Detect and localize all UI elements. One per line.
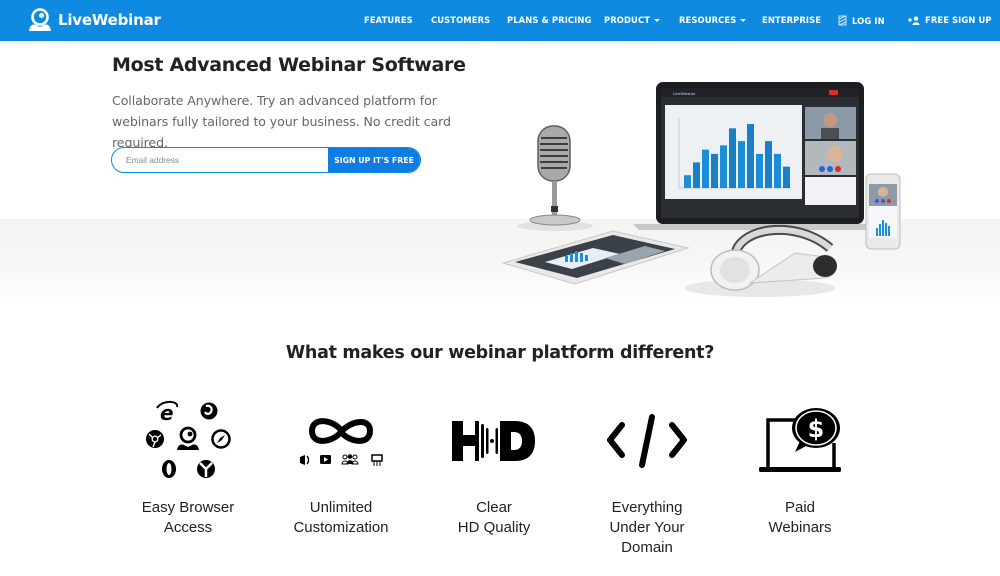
laptop-chart-bar bbox=[693, 162, 700, 188]
feature-label-line: Webinars bbox=[768, 519, 832, 536]
nav-resources[interactable]: RESOURCES bbox=[679, 15, 747, 25]
browsers-icon: e bbox=[146, 400, 231, 478]
presentation-board-icon bbox=[371, 454, 383, 466]
laptop-chart-bar bbox=[783, 166, 790, 188]
nav-enterprise-label: ENTERPRISE bbox=[762, 15, 822, 25]
svg-text:LiveWebinar: LiveWebinar bbox=[673, 91, 696, 96]
chevron-down-icon bbox=[654, 18, 661, 22]
nav-features-label: FEATURES bbox=[364, 15, 413, 25]
nav-product-label: PRODUCT bbox=[604, 15, 651, 25]
laptop-chart-bar bbox=[702, 149, 709, 188]
feature-label-line: Everything bbox=[611, 499, 683, 516]
nav-free-signup-label: FREE SIGN UP bbox=[925, 15, 992, 25]
features-title: What makes our webinar platform differen… bbox=[285, 343, 715, 363]
add-user-icon bbox=[908, 15, 920, 25]
users-group-icon bbox=[341, 454, 359, 465]
megaphone-icon bbox=[300, 455, 310, 465]
nav-resources-label: RESOURCES bbox=[679, 15, 737, 25]
laptop-chart-bar bbox=[765, 141, 772, 188]
laptop-chart-bar bbox=[738, 141, 745, 188]
safari-icon bbox=[211, 429, 231, 449]
dollar-icon: $ bbox=[808, 415, 825, 443]
laptop-chart-bar bbox=[720, 145, 727, 188]
feature-label-line: Clear bbox=[476, 499, 512, 516]
signup-form: SIGN UP IT'S FREE bbox=[111, 147, 421, 173]
top-navbar: LiveWebinar FEATURES CUSTOMERS PLANS & P… bbox=[0, 0, 1000, 41]
feature-easy-browser-access: e Easy Browser Access bbox=[113, 395, 263, 538]
laptop-image: LiveWebinar bbox=[633, 82, 887, 230]
feature-label-line: Paid bbox=[784, 499, 816, 516]
yandex-icon bbox=[197, 460, 215, 478]
feature-unlimited-customization: Unlimited Customization bbox=[266, 395, 416, 538]
nav-plans-pricing[interactable]: PLANS & PRICING bbox=[507, 15, 591, 25]
nav-plans-pricing-label: PLANS & PRICING bbox=[507, 15, 592, 25]
feature-label: Everything Under Your Domain bbox=[572, 498, 722, 558]
brand-name: LiveWebinar bbox=[58, 11, 161, 29]
firefox-icon bbox=[200, 402, 218, 420]
hero-title: Most Advanced Webinar Software bbox=[112, 54, 466, 76]
nav-customers[interactable]: CUSTOMERS bbox=[431, 15, 490, 25]
nav-free-signup[interactable]: FREE SIGN UP bbox=[908, 15, 992, 25]
brand-logo[interactable]: LiveWebinar bbox=[27, 8, 161, 32]
svg-text:e: e bbox=[160, 401, 174, 425]
feature-label-line: Access bbox=[163, 519, 213, 536]
video-play-icon bbox=[320, 455, 331, 464]
devices-illustration: LiveWebinar bbox=[501, 82, 901, 297]
feature-label-line: Under Your bbox=[609, 519, 685, 536]
chevron-down-icon bbox=[740, 18, 747, 22]
feature-paid-webinars: $ Paid Webinars bbox=[725, 395, 875, 538]
feature-label: Unlimited Customization bbox=[266, 498, 416, 538]
nav-customers-label: CUSTOMERS bbox=[431, 15, 491, 25]
nav-product[interactable]: PRODUCT bbox=[604, 15, 661, 25]
tablet-image bbox=[501, 230, 690, 285]
laptop-chart-bar bbox=[756, 153, 763, 188]
nav-enterprise[interactable]: ENTERPRISE bbox=[762, 15, 821, 25]
infinity-icon bbox=[300, 418, 383, 466]
livewebinar-logo-icon bbox=[177, 426, 199, 450]
webcam-logo-icon bbox=[29, 8, 51, 31]
code-icon bbox=[607, 414, 687, 468]
chrome-icon bbox=[146, 430, 164, 448]
feature-label: Clear HD Quality bbox=[419, 498, 569, 538]
nav-features[interactable]: FEATURES bbox=[364, 15, 413, 25]
feature-label: Paid Webinars bbox=[725, 498, 875, 538]
signup-free-button[interactable]: SIGN UP IT'S FREE bbox=[328, 148, 420, 172]
email-input[interactable] bbox=[112, 148, 328, 172]
laptop-chart-bar bbox=[774, 153, 781, 188]
feature-label: Easy Browser Access bbox=[113, 498, 263, 538]
ie-icon: e bbox=[156, 400, 179, 425]
feature-label-line: Easy Browser bbox=[141, 499, 235, 516]
paid-laptop-icon: $ bbox=[759, 408, 841, 472]
headphones-image bbox=[710, 224, 837, 291]
nav-login[interactable]: LOG IN bbox=[838, 15, 885, 26]
laptop-chart-bar bbox=[747, 124, 754, 188]
laptop-chart-bar bbox=[684, 175, 691, 188]
laptop-chart-bar bbox=[711, 153, 718, 188]
microphone-image bbox=[529, 125, 581, 226]
nav-login-label: LOG IN bbox=[852, 15, 885, 26]
feature-label-line: Unlimited bbox=[309, 499, 373, 516]
feature-label-line: Domain bbox=[621, 539, 673, 556]
feature-everything-under-your-domain: Everything Under Your Domain bbox=[572, 395, 722, 558]
feature-label-line: HD Quality bbox=[457, 519, 531, 536]
feature-label-line: Customization bbox=[293, 519, 389, 536]
feature-clear-hd-quality: Clear HD Quality bbox=[419, 395, 569, 538]
hero-subtitle: Collaborate Anywhere. Try an advanced pl… bbox=[112, 93, 451, 150]
laptop-chart-bar bbox=[729, 128, 736, 188]
opera-icon bbox=[162, 460, 176, 478]
phone-image bbox=[865, 173, 901, 250]
hd-icon bbox=[452, 421, 535, 461]
login-icon bbox=[838, 15, 847, 26]
